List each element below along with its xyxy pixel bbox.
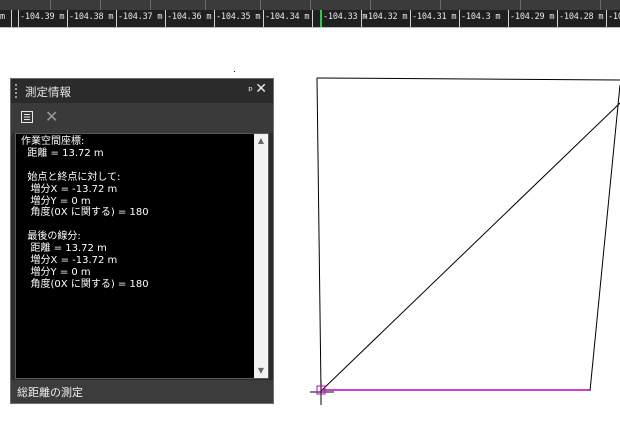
- output-line: 始点と終点に対して:: [21, 171, 121, 183]
- output-line: 増分Y = 0 m: [21, 266, 91, 278]
- output-line: 増分X = -13.72 m: [21, 255, 118, 267]
- output-scrollbar[interactable]: ▲ ▼: [254, 134, 268, 378]
- pin-icon[interactable]: ᵖ: [248, 84, 253, 97]
- output-line: 距離 = 13.72 m: [21, 243, 107, 255]
- output-line: 最後の線分:: [21, 231, 81, 243]
- panel-title-bar[interactable]: 測定情報 ᵖ ✕: [11, 79, 273, 103]
- status-text: 総距離の測定: [17, 386, 83, 399]
- drawing-line-right[interactable]: [589, 84, 620, 392]
- drawing-line-diagonal[interactable]: [320, 102, 620, 392]
- measurement-info-panel: 測定情報 ᵖ ✕ ✕ 作業空間座標: 距離 = 13.72 m 始点と終点に対し…: [10, 78, 274, 404]
- panel-title: 測定情報: [25, 85, 71, 99]
- scroll-down-icon[interactable]: ▼: [254, 364, 268, 378]
- measurement-output-text: 作業空間座標: 距離 = 13.72 m 始点と終点に対して: 増分X = -1…: [21, 136, 253, 291]
- close-icon[interactable]: ✕: [255, 81, 267, 97]
- panel-status-bar: 総距離の測定: [11, 380, 273, 403]
- canvas-dot: [234, 71, 235, 72]
- drawing-line-top[interactable]: [316, 77, 620, 81]
- crosshair-cursor-icon: [310, 380, 334, 405]
- scroll-up-icon[interactable]: ▲: [254, 134, 268, 148]
- output-line: 増分X = -13.72 m: [21, 183, 118, 195]
- drawing-line-left[interactable]: [316, 77, 322, 392]
- output-line: 作業空間座標:: [21, 136, 85, 147]
- clear-icon[interactable]: ✕: [45, 107, 58, 126]
- list-view-icon[interactable]: [21, 111, 33, 123]
- output-line: 距離 = 13.72 m: [21, 147, 104, 159]
- output-line: 角度(0X に関する) = 180: [21, 207, 149, 219]
- panel-grip-icon[interactable]: [15, 84, 19, 98]
- panel-toolbar: ✕: [11, 103, 273, 133]
- measurement-output: 作業空間座標: 距離 = 13.72 m 始点と終点に対して: 増分X = -1…: [15, 133, 269, 379]
- output-line: 増分Y = 0 m: [21, 195, 91, 207]
- output-line: 角度(0X に関する) = 180: [21, 278, 149, 290]
